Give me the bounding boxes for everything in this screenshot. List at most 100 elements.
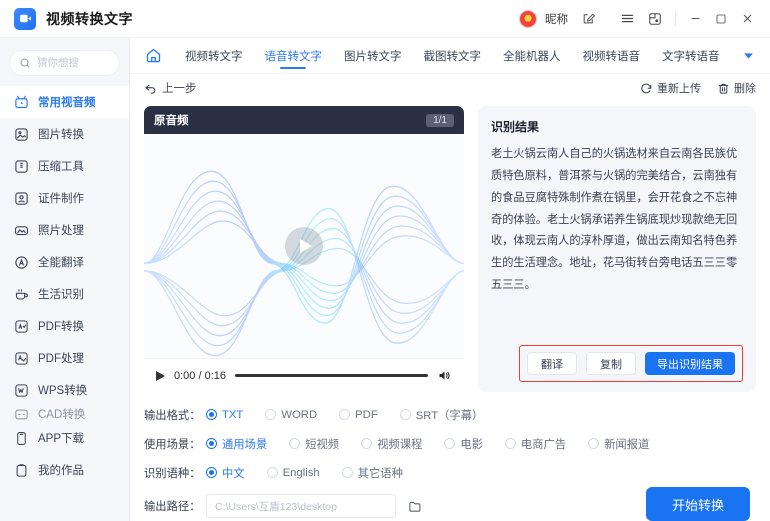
app-logo-icon <box>14 7 36 30</box>
sidebar-item-my-works[interactable]: 我的作品 <box>0 454 129 486</box>
sidebar-item-label: 压缩工具 <box>38 161 84 173</box>
sidebar-item-label: 全能翻译 <box>38 257 84 269</box>
sidebar-item-translate[interactable]: 全能翻译 <box>0 246 129 278</box>
reupload-button[interactable]: 重新上传 <box>640 80 701 96</box>
radio-language-chinese[interactable]: 中文 <box>206 465 245 481</box>
radio-language-other[interactable]: 其它语种 <box>341 465 403 481</box>
sidebar-item-image-convert[interactable]: 图片转换 <box>0 118 129 150</box>
edit-icon[interactable] <box>577 8 599 30</box>
start-convert-button[interactable]: 开始转换 <box>646 487 750 521</box>
window-snap-icon[interactable] <box>644 8 666 30</box>
sidebar-item-label: 生活识别 <box>38 289 84 301</box>
radio-dot-icon <box>341 467 353 478</box>
radio-dot-icon <box>289 438 301 449</box>
sidebar: 常用视音频 图片转换 压缩工具 <box>0 38 130 521</box>
scene-label: 使用场景： <box>144 438 201 451</box>
sidebar-item-label: PDF转换 <box>38 321 84 333</box>
minimize-icon[interactable] <box>682 7 708 31</box>
page-indicator: 1/1 <box>426 113 454 127</box>
sidebar-item-pdf-convert[interactable]: PDF转换 <box>0 310 129 342</box>
sidebar-item-label: APP下载 <box>38 433 85 445</box>
compress-icon <box>13 158 29 174</box>
play-overlay-button[interactable] <box>285 227 323 265</box>
radio-scene-ecommerce-ad[interactable]: 电商广告 <box>504 436 566 452</box>
radio-scene-movie[interactable]: 电影 <box>444 436 483 452</box>
result-title: 识别结果 <box>491 120 540 134</box>
volume-icon[interactable] <box>437 368 452 383</box>
radio-format-word[interactable]: WORD <box>265 409 317 421</box>
radio-scene-general[interactable]: 通用场景 <box>206 436 267 452</box>
radio-label: 新闻报道 <box>604 438 650 451</box>
radio-scene-short-video[interactable]: 短视频 <box>289 436 339 452</box>
radio-scene-course[interactable]: 视频课程 <box>361 436 422 452</box>
reupload-label: 重新上传 <box>657 83 701 95</box>
menu-icon[interactable] <box>616 8 638 30</box>
output-path-row: 输出路径： C:\Users\互盾123\desktop 开始转换 <box>130 487 770 521</box>
radio-dot-icon <box>339 409 351 420</box>
id-card-icon <box>13 190 29 206</box>
result-text[interactable]: 老土火锅云南人自己的火锅选材来自云南各民族优质特色原料，普洱茶与火锅的完美结合，… <box>491 144 743 339</box>
output-path-input[interactable]: C:\Users\互盾123\desktop <box>206 494 396 518</box>
search-box[interactable] <box>9 50 120 76</box>
translate-button[interactable]: 翻译 <box>527 352 577 375</box>
copy-button[interactable]: 复制 <box>586 352 636 375</box>
tab-text-to-speech[interactable]: 文字转语音 <box>651 38 731 74</box>
search-input[interactable] <box>37 57 110 69</box>
tab-ai-robot[interactable]: 全能机器人 <box>492 38 572 74</box>
toolbar-right-group: 重新上传 删除 <box>640 80 756 96</box>
sidebar-item-life-recognition[interactable]: 生活识别 <box>0 278 129 310</box>
folder-icon[interactable] <box>408 499 423 514</box>
sidebar-item-id-photo[interactable]: 证件制作 <box>0 182 129 214</box>
tab-video-to-speech[interactable]: 视频转语音 <box>572 38 652 74</box>
media-panel-title: 原音频 <box>154 115 189 127</box>
language-label: 识别语种： <box>144 467 201 480</box>
close-icon[interactable] <box>734 7 760 31</box>
cad-icon <box>13 406 29 422</box>
tab-image-to-text[interactable]: 图片转文字 <box>333 38 413 74</box>
export-result-button[interactable]: 导出识别结果 <box>645 352 735 375</box>
sidebar-item-label: 我的作品 <box>38 465 84 477</box>
sidebar-item-cad-convert[interactable]: CAD转换 <box>0 406 129 422</box>
sidebar-item-wps-convert[interactable]: WPS转换 <box>0 374 129 406</box>
radio-label: 视频课程 <box>377 438 423 451</box>
avatar[interactable] <box>519 9 537 28</box>
waveform-stage[interactable] <box>144 134 464 358</box>
tab-audio-to-text[interactable]: 语音转文字 <box>254 38 334 74</box>
radio-label: 电影 <box>460 438 483 451</box>
media-panel-header: 原音频 1/1 <box>144 106 464 134</box>
delete-button[interactable]: 删除 <box>717 80 756 96</box>
sidebar-item-label: WPS转换 <box>38 385 88 397</box>
radio-format-srt[interactable]: SRT（字幕） <box>399 407 483 423</box>
back-button[interactable]: 上一步 <box>144 80 197 96</box>
sidebar-item-photo-edit[interactable]: 照片处理 <box>0 214 129 246</box>
media-controls: 0:00 / 0:16 <box>144 358 464 392</box>
app-download-icon <box>13 430 29 446</box>
play-button[interactable] <box>156 370 165 381</box>
back-button-label: 上一步 <box>162 83 197 95</box>
titlebar-divider <box>675 11 676 26</box>
progress-slider[interactable] <box>235 374 428 377</box>
radio-scene-news[interactable]: 新闻报道 <box>588 436 649 452</box>
main-area: 视频转文字 语音转文字 图片转文字 截图转文字 全能机器人 视频转语音 文字转语… <box>130 38 770 521</box>
nickname-label[interactable]: 昵称 <box>545 11 568 27</box>
sidebar-nav-list: 常用视音频 图片转换 压缩工具 证件制作 照片处理 全能翻译 生活识别 PDF转… <box>0 86 129 521</box>
radio-dot-icon <box>206 409 217 420</box>
radio-format-pdf[interactable]: PDF <box>339 409 378 421</box>
media-panel: 原音频 1/1 0:00 / 0:16 <box>144 106 464 392</box>
home-icon[interactable] <box>142 45 164 67</box>
tab-video-to-text[interactable]: 视频转文字 <box>174 38 254 74</box>
radio-format-txt[interactable]: TXT <box>206 409 243 421</box>
radio-label: WORD <box>281 408 318 421</box>
tab-screenshot-to-text[interactable]: 截图转文字 <box>413 38 493 74</box>
radio-label: 其它语种 <box>357 467 403 480</box>
radio-label: 短视频 <box>305 438 340 451</box>
sidebar-item-common-av[interactable]: 常用视音频 <box>0 86 129 118</box>
radio-language-english[interactable]: English <box>266 467 320 479</box>
search-icon <box>19 57 31 69</box>
sidebar-item-compress[interactable]: 压缩工具 <box>0 150 129 182</box>
app-title: 视频转换文字 <box>46 10 133 27</box>
maximize-icon[interactable] <box>708 7 734 31</box>
sidebar-item-pdf-edit[interactable]: PDF处理 <box>0 342 129 374</box>
chevron-down-icon[interactable] <box>741 48 760 63</box>
sidebar-item-app-download[interactable]: APP下载 <box>0 422 129 454</box>
